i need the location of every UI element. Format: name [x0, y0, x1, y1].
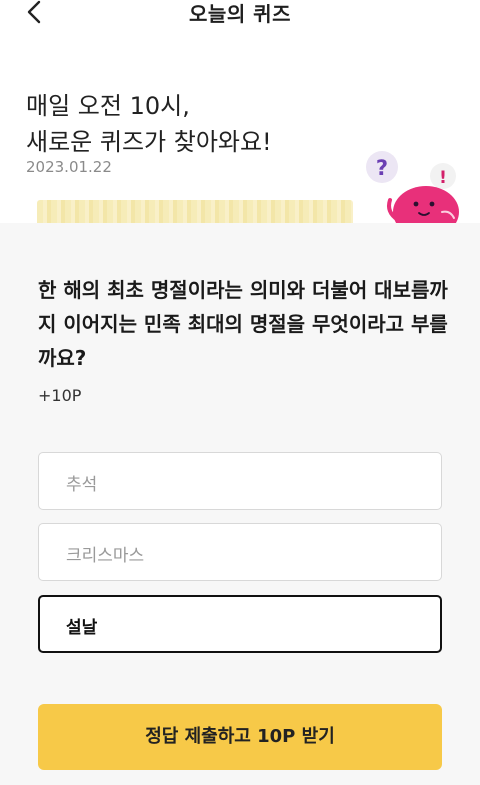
mascot-exclaim-mark: ! — [439, 168, 447, 188]
page-title: 오늘의 퀴즈 — [189, 2, 291, 26]
quiz-page: 오늘의 퀴즈 매일 오전 10시, 새로운 퀴즈가 찾아와요! 2023.01.… — [0, 0, 480, 785]
banner-headline: 매일 오전 10시, 새로운 퀴즈가 찾아와요! — [26, 92, 272, 156]
banner-date: 2023.01.22 — [26, 158, 112, 176]
quiz-content: 한 해의 최초 명절이라는 의미와 더불어 대보름까지 이어지는 민족 최대의 … — [0, 223, 480, 785]
submit-answer-button[interactable]: 정답 제출하고 10P 받기 — [38, 704, 442, 770]
answer-option-label: 설날 — [66, 618, 98, 638]
answer-option-3-selected[interactable]: 설날 — [38, 595, 442, 653]
answer-option-1[interactable]: 추석 — [38, 452, 442, 510]
mascot-question-mark: ? — [376, 156, 388, 180]
header: 오늘의 퀴즈 — [0, 0, 480, 30]
answer-option-2[interactable]: 크리스마스 — [38, 523, 442, 581]
quiz-question: 한 해의 최초 명절이라는 의미와 더불어 대보름까지 이어지는 민족 최대의 … — [38, 278, 448, 370]
quiz-banner: 매일 오전 10시, 새로운 퀴즈가 찾아와요! 2023.01.22 ? ! — [0, 30, 480, 223]
answer-option-label: 크리스마스 — [66, 546, 145, 566]
quiz-mascot-icon: ? ! — [366, 151, 459, 223]
points-reward: +10P — [38, 386, 82, 405]
answer-option-label: 추석 — [66, 475, 98, 495]
banner-decoration — [37, 200, 353, 223]
